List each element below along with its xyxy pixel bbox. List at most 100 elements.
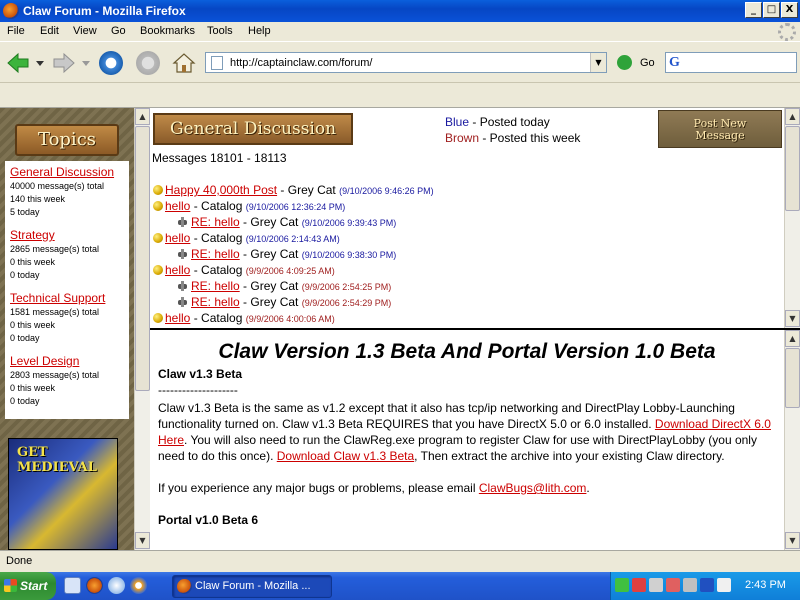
- forward-dropdown-icon[interactable]: [82, 59, 90, 67]
- thread-timestamp: (9/10/2006 12:36:24 PM): [245, 202, 346, 212]
- thread-row: RE: hello - Grey Cat (9/10/2006 9:39:43 …: [153, 214, 773, 230]
- scroll-thumb[interactable]: [785, 126, 800, 211]
- thread-bullet-icon: [153, 233, 163, 243]
- menu-view[interactable]: View: [73, 25, 97, 37]
- thread-row: hello - Catalog (9/10/2006 12:36:24 PM): [153, 198, 773, 214]
- url-dropdown-button[interactable]: ▼: [590, 53, 606, 72]
- thread-row: Happy 40,000th Post - Grey Cat (9/10/200…: [153, 182, 773, 198]
- post-new-label-2: Message: [695, 129, 745, 142]
- thread-subject-link[interactable]: hello: [165, 263, 190, 277]
- home-icon[interactable]: [172, 51, 196, 75]
- message-list-scrollbar[interactable]: ▲ ▼: [784, 108, 800, 328]
- game-box-ad[interactable]: GET MEDIEVAL: [8, 438, 118, 550]
- topics-list: General Discussion 40000 message(s) tota…: [5, 161, 129, 419]
- topic-today: 0 today: [10, 396, 40, 406]
- tray-device-icon[interactable]: [683, 578, 697, 592]
- go-button[interactable]: Go: [640, 57, 655, 69]
- scroll-down-arrow-icon[interactable]: ▼: [785, 532, 800, 549]
- article-paragraph: Claw v1.3 Beta is the same as v1.2 excep…: [158, 400, 778, 464]
- topic-link[interactable]: Strategy: [10, 228, 129, 242]
- email-link[interactable]: ClawBugs@lith.com: [479, 481, 587, 495]
- thread-subject-link[interactable]: RE: hello: [191, 247, 240, 261]
- scroll-down-arrow-icon[interactable]: ▼: [785, 310, 800, 327]
- status-bar: Done: [0, 550, 800, 572]
- menu-edit[interactable]: Edit: [40, 25, 59, 37]
- menu-file[interactable]: File: [7, 25, 25, 37]
- start-button[interactable]: Start: [0, 572, 56, 600]
- download-claw-link[interactable]: Download Claw v1.3 Beta: [277, 449, 414, 463]
- firefox-quicklaunch-icon[interactable]: [86, 577, 103, 594]
- thread-timestamp: (9/9/2006 2:54:29 PM): [301, 298, 392, 308]
- thread-author: - Catalog: [190, 199, 246, 213]
- taskbar-firefox-window[interactable]: Claw Forum - Mozilla ...: [172, 575, 332, 598]
- post-new-message-button[interactable]: Post New Message: [658, 110, 782, 148]
- topic-today: 5 today: [10, 207, 40, 217]
- thread-subject-link[interactable]: RE: hello: [191, 215, 240, 229]
- page-content: Topics General Discussion 40000 message(…: [0, 108, 800, 550]
- maximize-button[interactable]: □: [763, 2, 780, 18]
- thread-bullet-icon: [153, 265, 163, 275]
- window-titlebar: Claw Forum - Mozilla Firefox _ □ X: [0, 0, 800, 22]
- url-input[interactable]: [230, 55, 590, 70]
- search-bar[interactable]: G: [665, 52, 797, 73]
- scroll-thumb[interactable]: [785, 348, 800, 408]
- thread-row: hello - Catalog (9/10/2006 2:14:43 AM): [153, 230, 773, 246]
- thread-subject-link[interactable]: Happy 40,000th Post: [165, 183, 277, 197]
- topic-link[interactable]: Level Design: [10, 354, 129, 368]
- menu-go[interactable]: Go: [111, 25, 126, 37]
- url-bar[interactable]: ▼: [205, 52, 607, 73]
- scroll-up-arrow-icon[interactable]: ▲: [785, 330, 800, 347]
- back-dropdown-icon[interactable]: [36, 59, 44, 67]
- clock: 2:43 PM: [745, 579, 786, 591]
- tray-network-icon[interactable]: [649, 578, 663, 592]
- tray-volume-icon[interactable]: [717, 578, 731, 592]
- forward-arrow-icon[interactable]: [52, 51, 76, 75]
- thread-list: Happy 40,000th Post - Grey Cat (9/10/200…: [153, 182, 773, 326]
- scroll-up-arrow-icon[interactable]: ▲: [785, 108, 800, 125]
- paragraph-text: If you experience any major bugs or prob…: [158, 481, 479, 495]
- minimize-button[interactable]: _: [745, 2, 762, 18]
- tray-language-icon[interactable]: [700, 578, 714, 592]
- article-scrollbar[interactable]: ▲ ▼: [784, 330, 800, 550]
- show-desktop-icon[interactable]: [64, 577, 81, 594]
- thread-subject-link[interactable]: RE: hello: [191, 279, 240, 293]
- close-button[interactable]: X: [781, 2, 798, 18]
- tray-alert-icon[interactable]: [632, 578, 646, 592]
- thread-subject-link[interactable]: hello: [165, 199, 190, 213]
- topics-scrollbar[interactable]: ▲ ▼: [134, 108, 150, 550]
- thread-row: RE: hello - Grey Cat (9/10/2006 9:38:30 …: [153, 246, 773, 262]
- thread-subject-link[interactable]: hello: [165, 231, 190, 245]
- media-player-icon[interactable]: [108, 577, 125, 594]
- thread-subject-link[interactable]: RE: hello: [191, 295, 240, 309]
- scroll-down-arrow-icon[interactable]: ▼: [135, 532, 150, 549]
- topic-week: 0 this week: [10, 320, 56, 330]
- topic-link[interactable]: Technical Support: [10, 291, 129, 305]
- browser-quicklaunch-icon[interactable]: [130, 577, 147, 594]
- tray-network-icon[interactable]: [615, 578, 629, 592]
- scroll-thumb[interactable]: [135, 126, 150, 391]
- google-icon[interactable]: G: [669, 55, 680, 71]
- menu-help[interactable]: Help: [248, 25, 271, 37]
- page-icon: [211, 56, 223, 70]
- search-input[interactable]: [692, 55, 792, 70]
- tray-security-icon[interactable]: [666, 578, 680, 592]
- stop-icon[interactable]: [136, 51, 160, 75]
- topic-today: 0 today: [10, 333, 40, 343]
- start-label: Start: [20, 579, 48, 593]
- topic-strategy: Strategy 2865 message(s) total 0 this we…: [10, 228, 129, 282]
- thread-author: - Grey Cat: [277, 183, 340, 197]
- forum-banner: General Discussion: [153, 113, 353, 145]
- reload-icon[interactable]: [99, 51, 123, 75]
- scroll-up-arrow-icon[interactable]: ▲: [135, 108, 150, 125]
- topic-total: 40000 message(s) total: [10, 181, 105, 191]
- thread-subject-link[interactable]: hello: [165, 311, 190, 325]
- taskbar: Start Claw Forum - Mozilla ... 2:43 PM: [0, 572, 800, 600]
- menu-tools[interactable]: Tools: [207, 25, 233, 37]
- back-arrow-icon[interactable]: [6, 51, 30, 75]
- go-icon[interactable]: [617, 55, 632, 70]
- menu-bookmarks[interactable]: Bookmarks: [140, 25, 195, 37]
- topic-link[interactable]: General Discussion: [10, 165, 129, 179]
- topic-technical-support: Technical Support 1581 message(s) total …: [10, 291, 129, 345]
- thread-author: - Grey Cat: [239, 215, 302, 229]
- thread-row: RE: hello - Grey Cat (9/9/2006 2:54:29 P…: [153, 294, 773, 310]
